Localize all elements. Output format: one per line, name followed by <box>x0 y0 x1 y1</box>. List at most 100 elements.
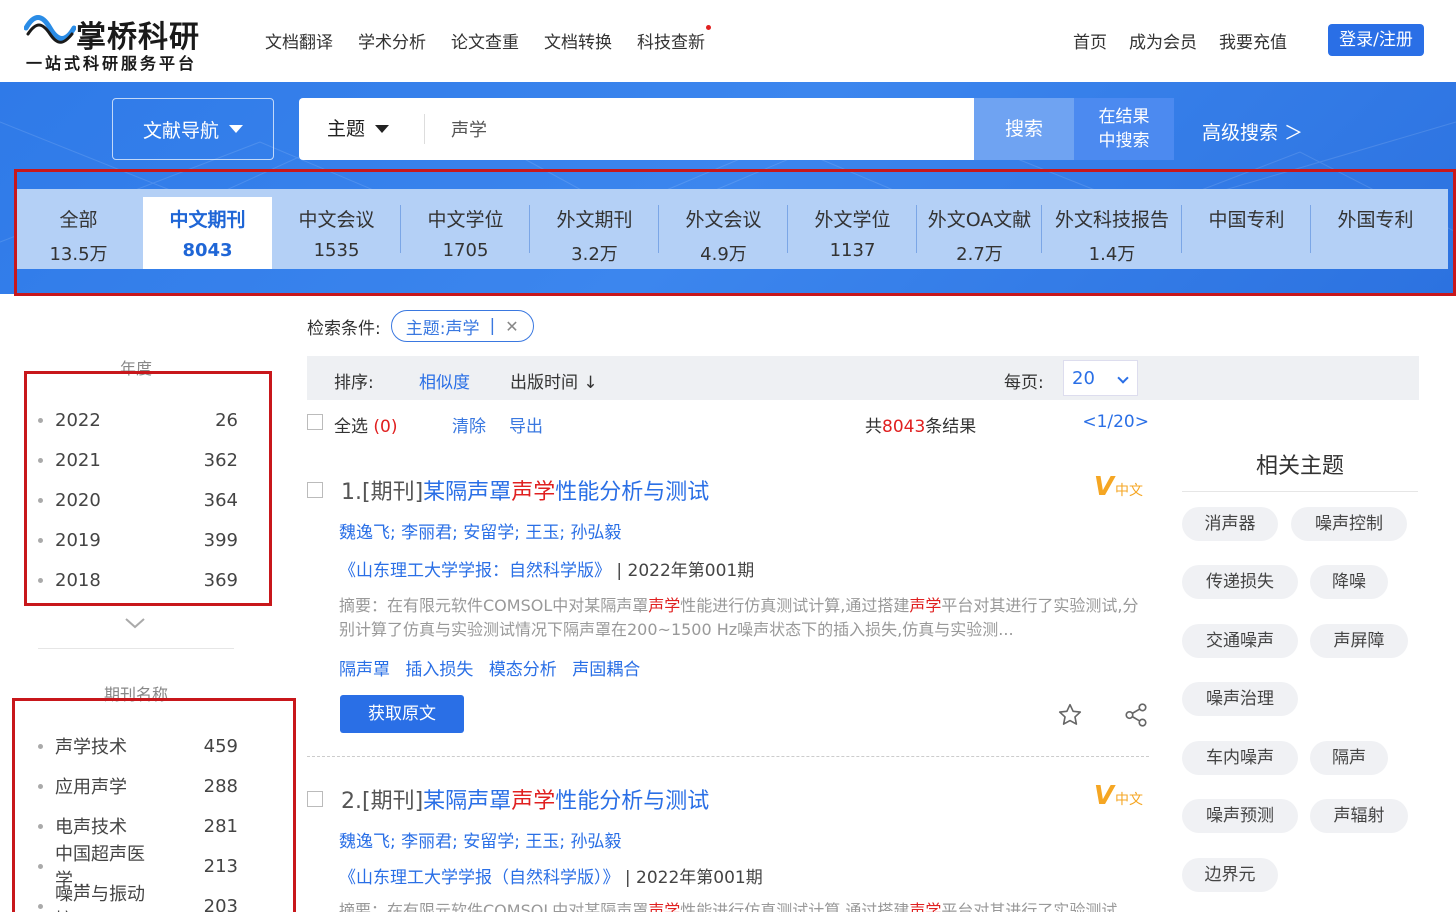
related-topic-chip[interactable]: 车内噪声 <box>1182 741 1298 775</box>
related-topic-chip[interactable]: 声辐射 <box>1310 799 1408 833</box>
keyword-link[interactable]: 模态分析 <box>489 660 557 680</box>
search-input[interactable] <box>439 110 939 148</box>
title-highlight: 声学 <box>511 480 556 505</box>
related-topic-chip[interactable]: 降噪 <box>1310 565 1388 599</box>
related-topic-chip[interactable]: 交通噪声 <box>1182 624 1298 658</box>
per-page-select[interactable]: 20 <box>1063 360 1138 396</box>
chevron-down-icon[interactable] <box>124 612 146 634</box>
journal-link[interactable]: 《山东理工大学学报（自然科学版）》 <box>339 868 620 888</box>
keyword-link[interactable]: 隔声罩 <box>339 660 390 680</box>
logo-wave-icon <box>24 15 76 44</box>
result-item: 1.[期刊]某隔声罩声学性能分析与测试 V 中文 魏逸飞; 李丽君; 安留学; … <box>307 460 1149 756</box>
badge-lang: 中文 <box>1115 792 1143 808</box>
select-all-label[interactable]: 全选 (0) <box>334 412 398 437</box>
nav-novelty[interactable]: 科技查新 <box>637 25 711 53</box>
clear-link[interactable]: 清除 <box>452 412 486 437</box>
nav-convert[interactable]: 文档转换 <box>544 28 612 53</box>
abstract-part: 性能进行仿真测试计算,通过搭建 <box>680 596 910 615</box>
result-title[interactable]: 1.[期刊]某隔声罩声学性能分析与测试 <box>341 474 709 506</box>
nav-home[interactable]: 首页 <box>1073 28 1107 53</box>
get-fulltext-button[interactable]: 获取原文 <box>340 695 464 733</box>
nav-recharge[interactable]: 我要充值 <box>1219 28 1287 53</box>
related-topic-chip[interactable]: 噪声治理 <box>1182 682 1298 716</box>
nav-novelty-label: 科技查新 <box>637 33 705 53</box>
sort-date[interactable]: 出版时间 ↓ <box>510 368 598 393</box>
search-within-line1: 在结果 <box>1098 107 1150 127</box>
result-total: 共8043条结果 <box>865 412 976 437</box>
abstract-highlight: 声学 <box>909 596 942 615</box>
close-icon[interactable]: ✕ <box>505 317 518 336</box>
share-icon[interactable] <box>1123 702 1149 728</box>
per-page-value: 20 <box>1072 368 1095 389</box>
caret-down-icon <box>375 125 390 133</box>
next-page-button[interactable]: > <box>1135 412 1149 432</box>
brand-logo[interactable]: 掌桥科研 一站式科研服务平台 <box>24 8 224 73</box>
advanced-search-link[interactable]: 高级搜索 ＞ <box>1202 118 1303 145</box>
new-dot-icon <box>706 25 711 30</box>
related-topic-chip[interactable]: 隔声 <box>1310 741 1388 775</box>
select-all-text: 全选 <box>334 417 368 437</box>
result-authors[interactable]: 魏逸飞; 李丽君; 安留学; 王玉; 孙弘毅 <box>339 518 622 543</box>
result-toolbar: 全选 (0) 清除 导出 共8043条结果 <1/20> <box>307 412 1149 440</box>
nav-translate[interactable]: 文档翻译 <box>265 28 333 53</box>
title-part: 某隔声罩 <box>423 480 512 505</box>
total-count: 8043 <box>882 417 926 437</box>
chinese-badge: V 中文 <box>1094 783 1143 809</box>
sort-label: 排序: <box>334 373 374 393</box>
search-within-button[interactable]: 在结果 中搜索 <box>1074 98 1174 160</box>
search-divider <box>424 114 425 144</box>
condition-tag[interactable]: 主题:声学 | ✕ <box>390 310 534 342</box>
issue-text: | 2022年第001期 <box>611 561 755 581</box>
keyword-link[interactable]: 声固耦合 <box>572 660 640 680</box>
result-checkbox[interactable] <box>307 791 323 807</box>
v-badge-icon: V <box>1093 472 1114 502</box>
result-checkbox[interactable] <box>307 482 323 498</box>
sort-bar: 排序: 相似度 出版时间 ↓ 每页: 20 <box>307 356 1419 400</box>
search-button[interactable]: 搜索 <box>974 98 1074 160</box>
result-authors[interactable]: 魏逸飞; 李丽君; 安留学; 王玉; 孙弘毅 <box>339 827 622 852</box>
search-conditions: 检索条件: 主题:声学 | ✕ <box>307 310 534 342</box>
annotation-box-years <box>24 371 272 606</box>
star-icon[interactable] <box>1057 702 1083 728</box>
prev-page-button[interactable]: < <box>1082 412 1096 432</box>
result-index: 1. <box>341 480 362 505</box>
sort-similarity[interactable]: 相似度 <box>419 368 470 393</box>
result-title[interactable]: 2.[期刊]某隔声罩声学性能分析与测试 <box>341 783 709 815</box>
nav-membership[interactable]: 成为会员 <box>1129 28 1197 53</box>
abstract-highlight: 声学 <box>648 596 681 615</box>
select-all-checkbox[interactable] <box>307 414 323 430</box>
search-box: 主题 <box>299 98 974 160</box>
title-part: 某隔声罩 <box>423 789 512 814</box>
related-topic-chip[interactable]: 噪声控制 <box>1291 507 1407 541</box>
export-link[interactable]: 导出 <box>509 412 543 437</box>
result-item: 2.[期刊]某隔声罩声学性能分析与测试 V 中文 魏逸飞; 李丽君; 安留学; … <box>307 769 1149 912</box>
search-within-line2: 中搜索 <box>1098 131 1150 151</box>
related-topic-chip[interactable]: 边界元 <box>1182 858 1278 892</box>
v-badge-icon: V <box>1093 781 1114 811</box>
related-topic-chip[interactable]: 传递损失 <box>1182 565 1298 599</box>
related-topic-chip[interactable]: 声屏障 <box>1310 624 1408 658</box>
total-prefix: 共 <box>865 417 882 437</box>
abstract-highlight: 声学 <box>648 901 681 912</box>
related-topic-chip[interactable]: 消声器 <box>1182 507 1278 541</box>
login-register-button[interactable]: 登录/注册 <box>1328 24 1424 56</box>
abstract-part: 性能进行仿真测试计算,通过搭建 <box>680 901 910 912</box>
title-part: 性能分析与测试 <box>555 789 710 814</box>
sidebar-divider <box>38 648 234 649</box>
result-divider <box>307 756 1149 757</box>
badge-lang: 中文 <box>1115 483 1143 499</box>
annotation-box-tabs <box>14 169 1456 296</box>
nav-analysis[interactable]: 学术分析 <box>358 28 426 53</box>
total-suffix: 条结果 <box>925 417 977 437</box>
journal-link[interactable]: 《山东理工大学学报：自然科学版》 <box>339 561 611 581</box>
literature-nav-button[interactable]: 文献导航 <box>112 98 274 160</box>
related-divider <box>1182 491 1418 492</box>
nav-plagiarism[interactable]: 论文查重 <box>451 28 519 53</box>
caret-down-icon <box>229 125 243 133</box>
search-field-select[interactable]: 主题 <box>327 98 390 160</box>
related-topic-chip[interactable]: 噪声预测 <box>1182 799 1298 833</box>
keyword-link[interactable]: 插入损失 <box>405 660 473 680</box>
abstract-part: 平台对其进行了实验测试 <box>941 901 1118 912</box>
issue-text: | 2022年第001期 <box>619 868 763 888</box>
condition-tag-separator: | <box>489 316 496 336</box>
